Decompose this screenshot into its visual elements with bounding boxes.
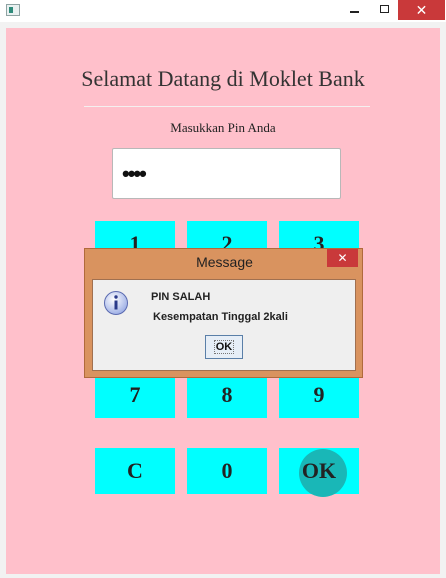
message-dialog: Message ✕ PIN SALAH Kesempatan Tinggal 2… [84,248,363,378]
maximize-button[interactable] [370,0,398,20]
close-icon: ✕ [415,2,428,18]
java-app-icon [6,4,20,16]
key-0[interactable]: 0 [187,448,267,494]
key-clear[interactable]: C [95,448,175,494]
dialog-title: Message [196,254,253,270]
title-divider [84,106,370,107]
dialog-close-button[interactable]: ✕ [327,249,358,267]
key-7[interactable]: 7 [95,372,175,418]
minimize-icon [349,11,359,13]
pin-input[interactable]: •••• [112,148,341,199]
key-8[interactable]: 8 [187,372,267,418]
key-ok[interactable]: OK [279,448,359,494]
page-title: Selamat Datang di Moklet Bank [81,66,365,91]
dialog-body: PIN SALAH Kesempatan Tinggal 2kali OK [92,279,356,371]
dialog-message-detail: Kesempatan Tinggal 2kali [153,311,288,323]
info-icon [104,291,128,315]
key-9[interactable]: 9 [279,372,359,418]
window-titlebar: ✕ [0,0,446,22]
window-close-button[interactable]: ✕ [398,0,445,20]
dialog-message-title: PIN SALAH [151,291,211,303]
maximize-icon [379,5,389,13]
minimize-button[interactable] [340,0,368,20]
pin-prompt-label: Masukkan Pin Anda [170,120,276,135]
dialog-ok-button[interactable]: OK [205,335,243,359]
dialog-ok-label: OK [213,340,235,354]
